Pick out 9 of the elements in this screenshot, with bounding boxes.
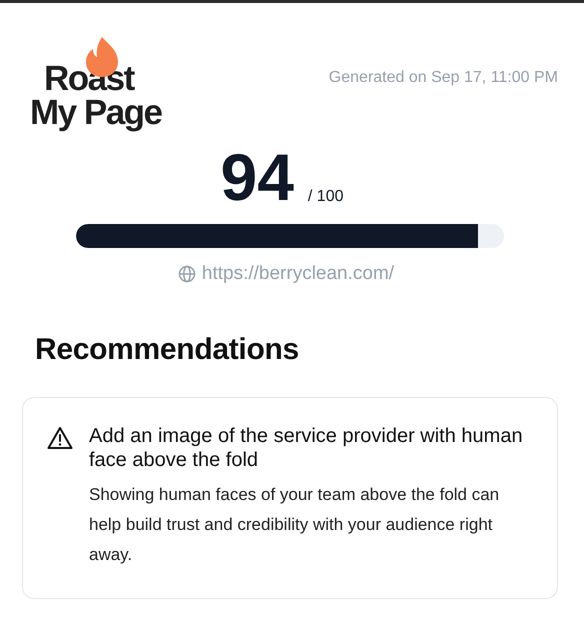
recommendation-body: Showing human faces of your team above the fold can help build trust and credibility with your audience right away. xyxy=(89,484,500,566)
score-value: 94 xyxy=(220,144,294,210)
globe-icon xyxy=(178,265,196,283)
warning-icon xyxy=(47,426,73,450)
page-url-link[interactable]: https://berryclean.com/ xyxy=(202,263,394,285)
section-heading: Recommendations xyxy=(35,333,300,367)
recommendation-title: Add an image of the service provider with human face above the fold xyxy=(89,424,524,472)
generated-date: Generated on Sep 17, 11:00 PM xyxy=(328,69,558,87)
score-max: / 100 xyxy=(308,188,344,206)
